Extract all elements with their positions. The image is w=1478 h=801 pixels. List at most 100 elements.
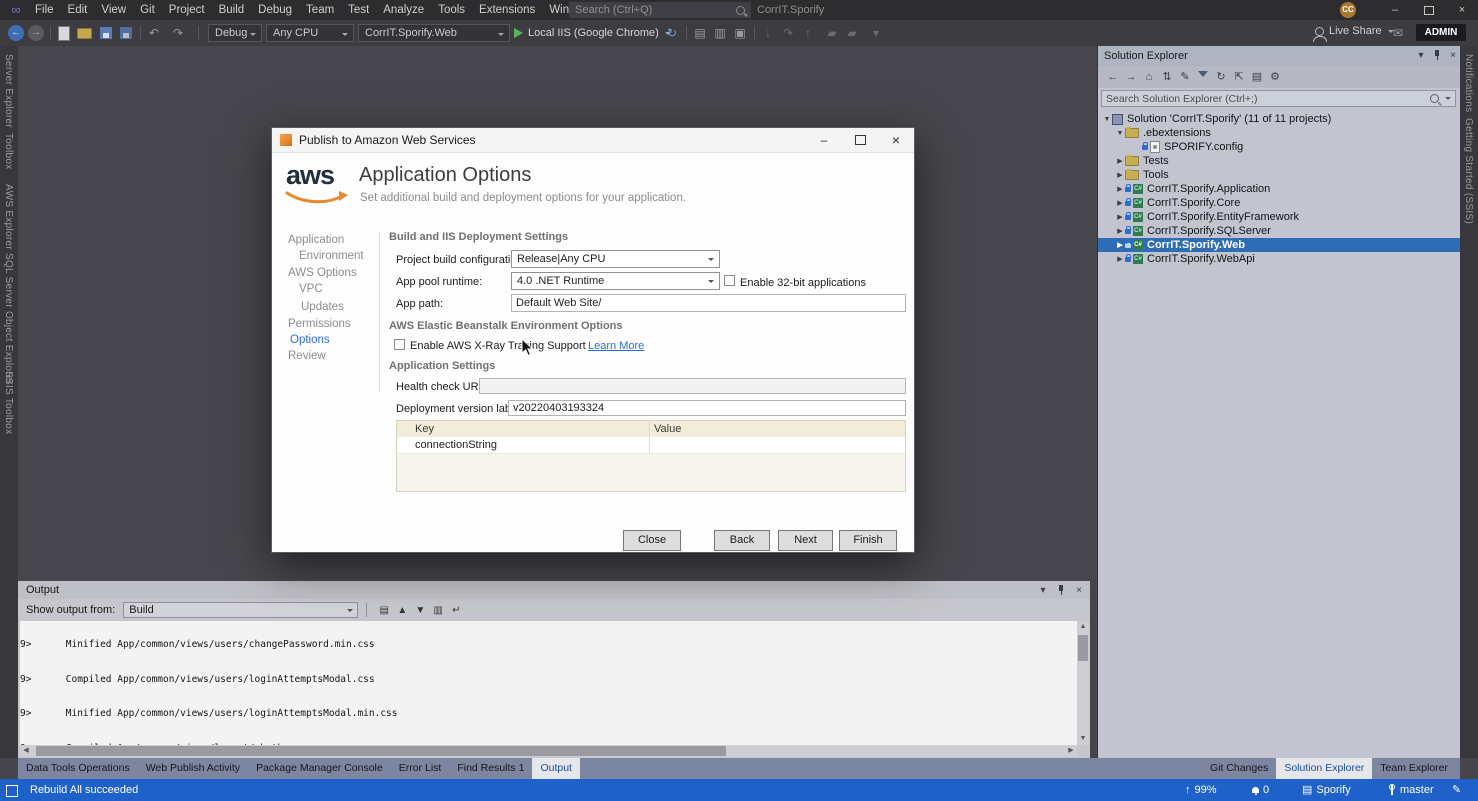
- step-over-icon[interactable]: ↷: [780, 25, 796, 41]
- scroll-left-icon[interactable]: ◀: [20, 745, 32, 757]
- menu-tools[interactable]: Tools: [431, 0, 472, 20]
- wizard-nav-options[interactable]: Options: [290, 334, 330, 346]
- branch-selector[interactable]: master: [1388, 779, 1434, 801]
- properties-icon[interactable]: ⚙: [1266, 69, 1284, 85]
- tab-getting-started-ssis[interactable]: Getting Started (SSIS): [1463, 118, 1474, 224]
- start-debugging-button[interactable]: Local IIS (Google Chrome): [514, 24, 671, 42]
- step-out-icon[interactable]: ↑: [800, 25, 816, 41]
- tab-sql-server-object-explorer[interactable]: SQL Server Object Explorer: [3, 253, 14, 384]
- redo-icon[interactable]: ↷: [170, 25, 186, 41]
- expander-icon[interactable]: ▶: [1115, 255, 1125, 263]
- tab-ssis-toolbox[interactable]: SSIS Toolbox: [3, 371, 14, 434]
- find-in-files-icon[interactable]: ▤: [692, 25, 708, 41]
- dialog-maximize-button[interactable]: [842, 128, 878, 152]
- menu-view[interactable]: View: [94, 0, 133, 20]
- key-column-header[interactable]: Key: [397, 423, 649, 435]
- expander-icon[interactable]: ▼: [1115, 130, 1125, 137]
- close-button[interactable]: ×: [1446, 0, 1478, 20]
- tab-output[interactable]: Output: [532, 758, 580, 779]
- outdent-icon[interactable]: ▰: [844, 25, 860, 41]
- undo-icon[interactable]: ↶: [146, 25, 162, 41]
- solution-platform-dropdown[interactable]: Any CPU: [266, 24, 354, 42]
- tab-solution-explorer[interactable]: Solution Explorer: [1276, 758, 1372, 779]
- go-to-previous-message-icon[interactable]: ▲: [393, 603, 411, 618]
- tree-item-tests[interactable]: ▶ Tests: [1098, 154, 1460, 168]
- scroll-up-icon[interactable]: ▲: [1077, 621, 1089, 633]
- sync-with-active-document-icon[interactable]: ⇅: [1158, 69, 1176, 85]
- expander-icon[interactable]: ▶: [1115, 199, 1125, 207]
- wizard-nav-permissions[interactable]: Permissions: [288, 318, 351, 330]
- step-into-icon[interactable]: ↓: [760, 25, 776, 41]
- tree-item-web-project[interactable]: ▶ C# CorrIT.Sporify.Web: [1098, 238, 1460, 252]
- close-icon[interactable]: ×: [1072, 585, 1086, 597]
- expander-icon[interactable]: ▶: [1115, 227, 1125, 235]
- close-icon[interactable]: ×: [1446, 50, 1460, 62]
- wizard-nav-application[interactable]: Application: [288, 234, 344, 246]
- solution-configuration-dropdown[interactable]: Debug: [208, 24, 262, 42]
- toggle-word-wrap-icon[interactable]: ↵: [447, 603, 465, 618]
- wizard-nav-vpc[interactable]: VPC: [299, 283, 323, 295]
- minimize-button[interactable]: –: [1378, 0, 1412, 20]
- pin-icon[interactable]: [1430, 50, 1444, 62]
- wizard-nav-environment[interactable]: Environment: [299, 250, 364, 262]
- show-all-files-icon[interactable]: ▤: [1248, 69, 1266, 85]
- expander-icon[interactable]: ▶: [1115, 185, 1125, 193]
- scroll-right-icon[interactable]: ▶: [1065, 745, 1077, 757]
- quick-search-box[interactable]: Search (Ctrl+Q): [569, 2, 751, 18]
- menu-extensions[interactable]: Extensions: [472, 0, 542, 20]
- close-button[interactable]: Close: [623, 530, 681, 551]
- tree-item-entityframework-project[interactable]: ▶ C# CorrIT.Sporify.EntityFramework: [1098, 210, 1460, 224]
- menu-analyze[interactable]: Analyze: [376, 0, 431, 20]
- menu-team[interactable]: Team: [299, 0, 341, 20]
- more-tools-icon[interactable]: ▾: [868, 25, 884, 41]
- health-check-input[interactable]: [479, 378, 906, 394]
- expander-icon[interactable]: ▶: [1115, 157, 1125, 165]
- navigate-forward-icon[interactable]: →: [28, 25, 44, 41]
- build-config-dropdown[interactable]: Release|Any CPU: [511, 250, 720, 268]
- value-cell[interactable]: [649, 437, 905, 453]
- scroll-down-icon[interactable]: ▼: [1077, 733, 1089, 745]
- back-icon[interactable]: ←: [1104, 69, 1122, 85]
- tab-web-publish-activity[interactable]: Web Publish Activity: [138, 758, 248, 779]
- tab-data-tools-operations[interactable]: Data Tools Operations: [18, 758, 138, 779]
- clear-all-icon[interactable]: ▥: [429, 603, 447, 618]
- menu-test[interactable]: Test: [341, 0, 376, 20]
- tree-item-ebextensions[interactable]: ▼ .ebextensions: [1098, 126, 1460, 140]
- tab-notifications[interactable]: Notifications: [1463, 54, 1474, 112]
- live-share-button[interactable]: Live Share: [1315, 25, 1394, 37]
- dialog-minimize-button[interactable]: –: [806, 128, 842, 152]
- expander-icon[interactable]: ▼: [1102, 116, 1112, 123]
- learn-more-link[interactable]: Learn More: [588, 340, 644, 352]
- dialog-close-button[interactable]: ×: [878, 128, 914, 152]
- sync-status[interactable]: ↑ 99%: [1185, 779, 1217, 801]
- table-row[interactable]: connectionString: [397, 437, 905, 454]
- tab-find-results-1[interactable]: Find Results 1: [449, 758, 532, 779]
- scrollbar-thumb[interactable]: [1078, 635, 1088, 661]
- filter-icon[interactable]: [1194, 69, 1212, 85]
- tree-item-tools[interactable]: ▶ Tools: [1098, 168, 1460, 182]
- home-icon[interactable]: ⌂: [1140, 69, 1158, 85]
- edit-status[interactable]: ✎: [1452, 779, 1461, 801]
- collapse-all-icon[interactable]: ⇱: [1230, 69, 1248, 85]
- output-log[interactable]: 9> Minified App/common/views/users/chang…: [20, 621, 1077, 745]
- tab-team-explorer[interactable]: Team Explorer: [1372, 758, 1456, 779]
- tree-item-webapi-project[interactable]: ▶ C# CorrIT.Sporify.WebApi: [1098, 252, 1460, 266]
- indent-icon[interactable]: ▰: [824, 25, 840, 41]
- wizard-nav-updates[interactable]: Updates: [301, 301, 344, 313]
- version-input[interactable]: v20220403193324: [508, 400, 906, 416]
- forward-icon[interactable]: →: [1122, 69, 1140, 85]
- xray-checkbox[interactable]: [394, 339, 405, 350]
- maximize-button[interactable]: [1412, 0, 1446, 20]
- refresh-icon[interactable]: ↻: [664, 25, 680, 41]
- expander-icon[interactable]: ▶: [1115, 171, 1125, 179]
- notifications-status[interactable]: 0: [1252, 779, 1269, 801]
- open-file-icon[interactable]: [76, 25, 92, 41]
- expander-icon[interactable]: ▶: [1115, 213, 1125, 221]
- tree-item-core-project[interactable]: ▶ C# CorrIT.Sporify.Core: [1098, 196, 1460, 210]
- save-icon[interactable]: [98, 25, 114, 41]
- expander-icon[interactable]: ▶: [1115, 241, 1125, 249]
- enable-32bit-checkbox[interactable]: [724, 275, 735, 286]
- pin-icon[interactable]: [1054, 585, 1068, 597]
- wizard-nav-aws-options[interactable]: AWS Options: [288, 267, 357, 279]
- solution-explorer-search-input[interactable]: Search Solution Explorer (Ctrl+;): [1101, 90, 1456, 107]
